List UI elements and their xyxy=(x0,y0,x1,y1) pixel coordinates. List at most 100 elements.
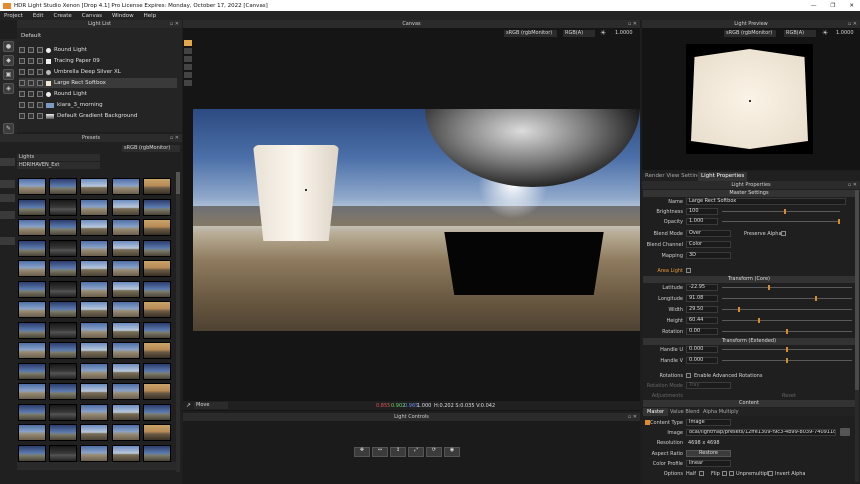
latitude-slider-knob[interactable] xyxy=(768,285,770,290)
hand-tool-icon[interactable] xyxy=(184,56,192,62)
preview-exposure[interactable]: 1.0000 xyxy=(836,30,854,36)
mapping-select[interactable]: 3D xyxy=(686,252,731,259)
preset-thumbnail[interactable] xyxy=(80,424,108,441)
properties-scrollbar[interactable] xyxy=(855,190,859,482)
preset-thumbnail[interactable] xyxy=(143,239,171,257)
preset-thumbnail[interactable] xyxy=(112,362,140,380)
preset-thumbnail[interactable] xyxy=(143,342,171,359)
preset-thumbnail[interactable] xyxy=(143,260,171,277)
round-light-tool-icon[interactable]: ● xyxy=(3,41,14,52)
presets-scrollbar[interactable] xyxy=(176,172,180,472)
transform-core-section[interactable]: Transform (Core) xyxy=(643,276,855,283)
control-target-icon[interactable]: ◉ xyxy=(444,447,460,457)
opacity-field[interactable]: 1.000 xyxy=(686,218,718,225)
handle-v-slider-knob[interactable] xyxy=(786,358,788,363)
folder-icon[interactable] xyxy=(840,428,850,436)
light-row[interactable]: Default Gradient Background xyxy=(19,111,177,121)
preset-thumbnail[interactable] xyxy=(18,403,46,421)
longitude-slider[interactable] xyxy=(722,298,852,299)
control-rotate-icon[interactable]: ⟳ xyxy=(426,447,442,457)
preset-thumbnail[interactable] xyxy=(49,260,77,277)
content-type-select[interactable]: Image xyxy=(686,419,731,426)
master-settings-section[interactable]: Master Settings xyxy=(643,190,855,197)
unpremultiply-checkbox[interactable] xyxy=(729,471,734,476)
preset-thumbnail[interactable] xyxy=(80,239,108,257)
menu-help[interactable]: Help xyxy=(144,13,157,19)
brightness-slider[interactable] xyxy=(722,211,840,212)
fit-tool-icon[interactable] xyxy=(184,80,192,86)
menu-project[interactable]: Project xyxy=(4,13,23,19)
preset-thumbnail[interactable] xyxy=(18,219,46,236)
preset-thumbnail[interactable] xyxy=(112,260,140,277)
transform-extended-section[interactable]: Transform (Extended) xyxy=(643,338,855,345)
preset-thumbnail[interactable] xyxy=(18,280,46,298)
light-row[interactable]: Umbrella Deep Silver XL xyxy=(19,67,177,77)
preset-thumbnail[interactable] xyxy=(18,198,46,216)
tab-light-properties[interactable]: Light Properties xyxy=(698,172,748,181)
preset-thumbnail[interactable] xyxy=(143,424,171,441)
image-path-field[interactable]: ocal/lightmap/presets/12ffe1309-f9c3-4b9… xyxy=(686,429,836,436)
preset-thumbnail[interactable] xyxy=(112,342,140,359)
presets-tab-icon[interactable] xyxy=(0,180,15,188)
control-move-icon[interactable]: ✥ xyxy=(354,447,370,457)
height-slider-knob[interactable] xyxy=(758,318,760,323)
exposure-icon[interactable]: ☀ xyxy=(600,29,610,38)
rotation-slider-knob[interactable] xyxy=(786,329,788,334)
preset-thumbnail[interactable] xyxy=(143,219,171,236)
latitude-field[interactable]: -22.95 xyxy=(686,284,718,291)
presets-colorspace[interactable]: sRGB (rgbMonitor) xyxy=(122,145,180,152)
preset-thumbnail[interactable] xyxy=(80,383,108,400)
preset-thumbnail[interactable] xyxy=(49,444,77,462)
preset-thumbnail[interactable] xyxy=(80,321,108,339)
minimize-button[interactable]: — xyxy=(811,3,817,9)
preset-thumbnail[interactable] xyxy=(18,239,46,257)
advanced-rotations-checkbox[interactable] xyxy=(686,373,691,378)
menu-window[interactable]: Window xyxy=(112,13,134,19)
preset-thumbnail[interactable] xyxy=(112,178,140,195)
rotation-field[interactable]: 0.00 xyxy=(686,328,718,335)
close-button[interactable]: ✕ xyxy=(849,3,854,9)
preset-thumbnail[interactable] xyxy=(112,198,140,216)
preset-thumbnail[interactable] xyxy=(112,280,140,298)
menu-canvas[interactable]: Canvas xyxy=(82,13,102,19)
preset-thumbnail[interactable] xyxy=(49,301,77,318)
pointer-icon[interactable]: ↗ xyxy=(186,402,191,409)
preset-thumbnail[interactable] xyxy=(49,198,77,216)
preset-thumbnail[interactable] xyxy=(18,178,46,195)
preset-thumbnail[interactable] xyxy=(18,342,46,359)
canvas-channel-select[interactable]: RGB(A) xyxy=(563,30,595,37)
paper-tool-icon[interactable]: ◆ xyxy=(3,55,14,66)
preset-thumbnail[interactable] xyxy=(49,383,77,400)
preview-colorspace-select[interactable]: sRGB (rgbMonitor) xyxy=(724,30,776,37)
preset-thumbnail[interactable] xyxy=(18,444,46,462)
half-checkbox[interactable] xyxy=(699,471,704,476)
control-scale-icon[interactable]: ⤢ xyxy=(408,447,424,457)
content-section[interactable]: Content xyxy=(643,400,855,407)
width-slider-knob[interactable] xyxy=(738,307,740,312)
longitude-slider-knob[interactable] xyxy=(815,296,817,301)
preset-thumbnail[interactable] xyxy=(80,342,108,359)
brightness-slider-knob[interactable] xyxy=(784,209,786,214)
blend-mode-select[interactable]: Over xyxy=(686,230,731,237)
preset-thumbnail[interactable] xyxy=(112,219,140,236)
grid-tool-icon[interactable] xyxy=(184,72,192,78)
preset-thumbnail[interactable] xyxy=(143,198,171,216)
maximize-button[interactable]: ❐ xyxy=(830,3,835,9)
invert-alpha-checkbox[interactable] xyxy=(768,471,773,476)
presets-tab-icon[interactable] xyxy=(0,158,15,166)
paint-tool-icon[interactable] xyxy=(184,40,192,46)
gradient-tool-icon[interactable]: ◈ xyxy=(3,83,14,94)
preset-thumbnail[interactable] xyxy=(143,280,171,298)
umbrella-light[interactable] xyxy=(425,109,640,187)
hdri-canvas-image[interactable] xyxy=(193,109,640,331)
zoom-tool-icon[interactable] xyxy=(184,64,192,70)
height-field[interactable]: 60.44 xyxy=(686,317,718,324)
tab-value-blend[interactable]: Value Blend xyxy=(670,409,700,415)
preserve-alpha-checkbox[interactable] xyxy=(781,231,786,236)
name-field[interactable]: Large Rect Softbox xyxy=(686,198,846,205)
width-field[interactable]: 29.50 xyxy=(686,306,718,313)
preset-thumbnail[interactable] xyxy=(18,383,46,400)
canvas-mode-select[interactable]: Move xyxy=(194,402,228,409)
preset-thumbnail[interactable] xyxy=(49,239,77,257)
flip-checkbox[interactable] xyxy=(722,471,727,476)
